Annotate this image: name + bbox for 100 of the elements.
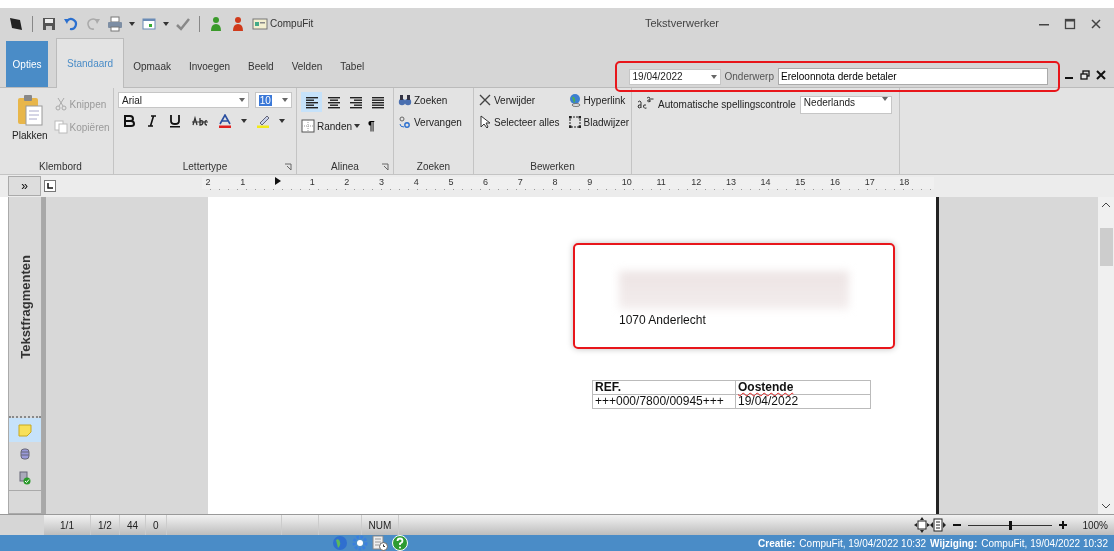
ruler-number: 16 bbox=[829, 177, 841, 188]
highlighter-icon[interactable] bbox=[256, 114, 270, 128]
bold-icon[interactable] bbox=[122, 114, 136, 128]
caret-icon[interactable] bbox=[241, 119, 247, 123]
group-label: Bewerken bbox=[529, 161, 576, 172]
caret-icon bbox=[354, 124, 361, 128]
undo-icon[interactable] bbox=[63, 15, 79, 32]
modified-value: CompuFit, 19/04/2022 10:32 bbox=[981, 537, 1108, 549]
dialog-launcher-icon[interactable] bbox=[284, 162, 292, 171]
caret-icon[interactable] bbox=[279, 119, 285, 123]
address-line: 1070 Anderlecht bbox=[619, 313, 707, 327]
show-formatting-button[interactable]: ¶ bbox=[366, 119, 377, 133]
group-label: Lettertype bbox=[182, 161, 228, 172]
zoom-in-icon[interactable] bbox=[1058, 520, 1069, 530]
gear-icon[interactable] bbox=[352, 535, 368, 551]
page-view-icon[interactable] bbox=[930, 517, 947, 533]
subject-field[interactable]: Ereloonnota derde betaler bbox=[778, 68, 1048, 85]
font-dropdown[interactable]: Arial bbox=[118, 92, 249, 108]
alignment-button[interactable] bbox=[301, 92, 323, 112]
subject-label: Onderwerp bbox=[724, 71, 774, 82]
paste-button[interactable]: Plakken bbox=[12, 92, 48, 161]
caret-icon[interactable] bbox=[129, 21, 135, 26]
caret-icon[interactable] bbox=[881, 97, 888, 101]
ruler-number: 6 bbox=[483, 177, 490, 188]
ruler-number: 3 bbox=[379, 177, 385, 188]
ribbon-tab[interactable]: Invoegen bbox=[179, 51, 240, 81]
caret-icon[interactable] bbox=[710, 74, 717, 79]
ruler-number: 1 bbox=[240, 177, 247, 188]
help-icon[interactable] bbox=[392, 535, 408, 551]
group-label: Zoeken bbox=[415, 161, 452, 172]
ruler-number: 2 bbox=[344, 177, 351, 188]
ruler-number: 12 bbox=[691, 177, 703, 188]
ribbon-tab[interactable]: Velden bbox=[282, 51, 332, 81]
strikethrough-icon[interactable] bbox=[191, 114, 209, 128]
clipboard-icon bbox=[15, 94, 44, 126]
find-button[interactable]: Zoeken bbox=[398, 92, 469, 108]
move-view-icon[interactable] bbox=[914, 517, 931, 533]
caret-icon[interactable] bbox=[163, 21, 169, 26]
close-icon[interactable] bbox=[1096, 70, 1106, 80]
bookmark-button[interactable]: Bladwijzer bbox=[567, 114, 630, 130]
ruler-number: 15 bbox=[795, 177, 807, 188]
card-icon bbox=[252, 15, 268, 32]
maximize-icon[interactable] bbox=[1064, 17, 1076, 30]
copy-icon bbox=[53, 120, 68, 134]
table-cell: 19/04/2022 bbox=[735, 394, 871, 409]
caret-icon[interactable] bbox=[282, 98, 288, 102]
date-dropdown[interactable]: 19/04/2022 bbox=[628, 68, 721, 85]
align-justify-icon bbox=[370, 94, 387, 110]
caret-icon[interactable] bbox=[238, 98, 245, 102]
ruler-number: 17 bbox=[864, 177, 876, 188]
hyperlink-button[interactable]: Hyperlink bbox=[567, 92, 630, 108]
select-all-button[interactable]: Selecteer alles bbox=[478, 114, 560, 130]
dialog-launcher-icon[interactable] bbox=[381, 162, 389, 171]
document-check-icon bbox=[18, 471, 32, 485]
cursor-icon bbox=[478, 115, 492, 129]
zoom-slider[interactable] bbox=[968, 519, 1053, 531]
window-title: Tekstverwerker bbox=[645, 17, 719, 29]
scroll-up-icon[interactable] bbox=[1101, 202, 1111, 208]
spelling-icon[interactable] bbox=[636, 96, 654, 110]
italic-icon[interactable] bbox=[145, 114, 159, 128]
align-left-icon bbox=[303, 94, 320, 110]
ribbon-tab[interactable]: Tabel bbox=[331, 51, 374, 81]
font-color-icon[interactable] bbox=[218, 114, 232, 128]
ribbon-tab[interactable]: Beeld bbox=[239, 51, 283, 81]
expand-panel-button[interactable]: » bbox=[8, 176, 41, 196]
tab-stop-icon[interactable] bbox=[44, 180, 56, 192]
replace-button[interactable]: Vervangen bbox=[398, 114, 469, 130]
ruler-number: 18 bbox=[899, 177, 911, 188]
scroll-down-icon[interactable] bbox=[1101, 503, 1111, 509]
restore-icon[interactable] bbox=[1080, 70, 1090, 80]
save-icon[interactable] bbox=[41, 15, 57, 32]
close-icon[interactable] bbox=[1090, 17, 1102, 30]
ruler-number: 1 bbox=[309, 177, 316, 188]
align-center-icon bbox=[325, 94, 342, 110]
language-dropdown[interactable]: Nederlands bbox=[799, 96, 892, 114]
scissors-icon bbox=[53, 97, 68, 111]
app-icon[interactable] bbox=[8, 15, 24, 32]
document-clock-icon[interactable] bbox=[372, 535, 388, 551]
ruler-number: 5 bbox=[448, 177, 455, 188]
globe-icon bbox=[567, 93, 582, 107]
print-icon[interactable] bbox=[107, 15, 123, 32]
compufit-button[interactable]: CompuFit bbox=[252, 15, 314, 32]
borders-button[interactable]: Randen bbox=[301, 118, 361, 134]
x-icon bbox=[478, 93, 492, 107]
ribbon-tab[interactable]: Opmaak bbox=[124, 51, 180, 81]
borders-icon bbox=[301, 119, 315, 133]
ruler-number: 11 bbox=[656, 177, 667, 188]
vertical-scrollbar[interactable] bbox=[1098, 197, 1114, 514]
created-value: CompuFit, 19/04/2022 10:32 bbox=[799, 537, 927, 549]
person-icon[interactable] bbox=[230, 15, 246, 32]
font-size-dropdown[interactable]: 10 bbox=[254, 92, 292, 108]
scroll-thumb[interactable] bbox=[1099, 228, 1113, 266]
options-menu-tab[interactable]: Opties bbox=[6, 41, 48, 87]
bookmark-frame-icon bbox=[567, 115, 582, 129]
panel-title[interactable]: Tekstfragmenten bbox=[17, 254, 33, 359]
ruler-number: 8 bbox=[552, 177, 559, 188]
delete-button[interactable]: Verwijder bbox=[478, 92, 560, 108]
window-icon[interactable] bbox=[141, 15, 157, 32]
indent-marker-icon[interactable] bbox=[274, 177, 281, 185]
underline-icon[interactable] bbox=[168, 114, 182, 128]
